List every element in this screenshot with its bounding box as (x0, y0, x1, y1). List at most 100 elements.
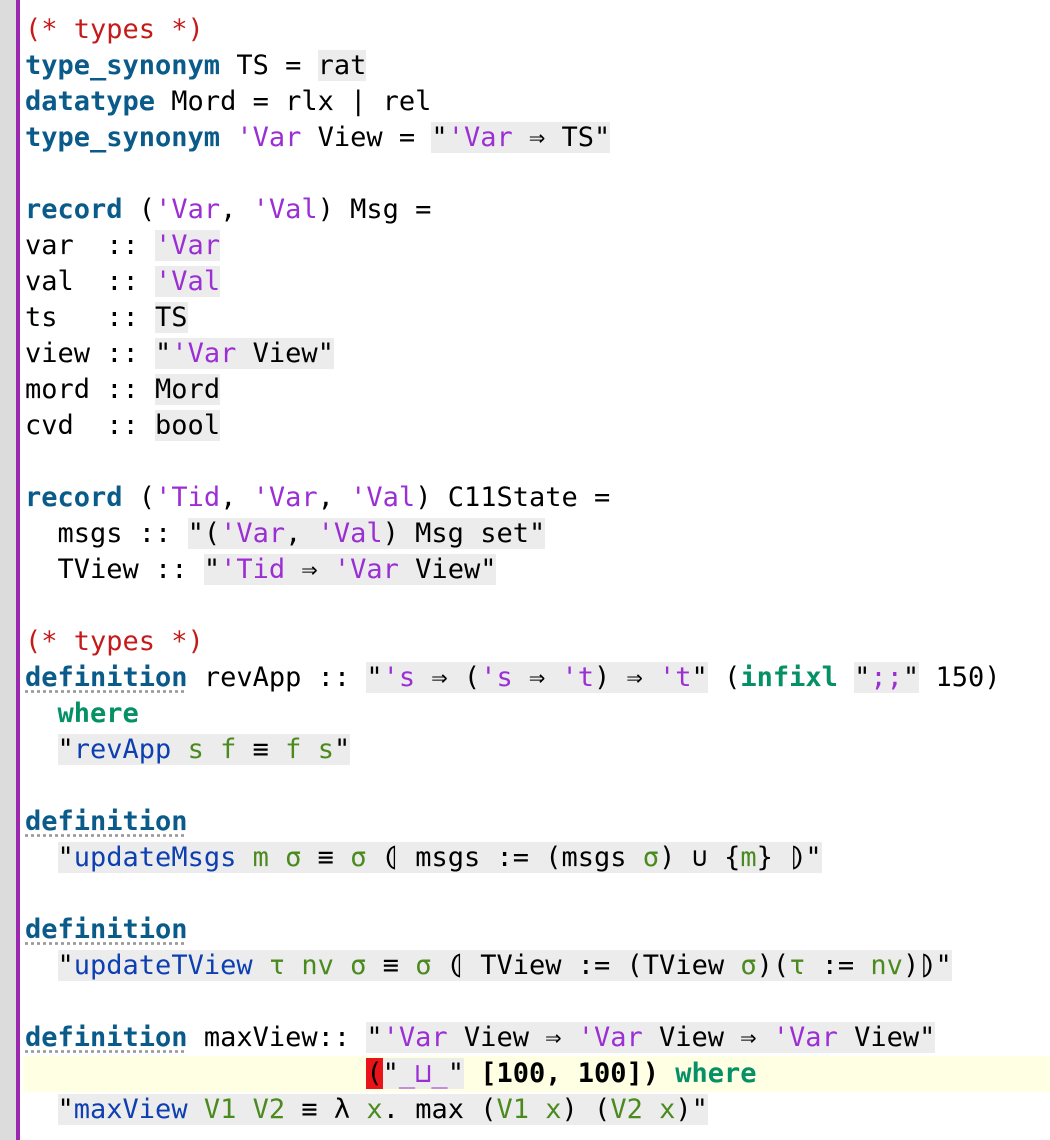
code-line: where (25, 696, 1050, 732)
code-token: definition (25, 1022, 188, 1053)
code-token: " (431, 122, 448, 153)
code-token: 'Var (382, 1022, 448, 1053)
code-token: 'Var (171, 338, 237, 369)
code-token (285, 950, 302, 981)
code-line: (* types *) (25, 624, 1050, 660)
code-token: definition (25, 806, 188, 837)
code-token: msgs :: (25, 518, 188, 549)
code-token: ) Msg = (317, 194, 432, 225)
code-token: ⇒ (512, 662, 562, 693)
code-token: 'Var (155, 194, 221, 225)
code-token: record (25, 482, 123, 513)
code-token: V1 (496, 1094, 529, 1125)
code-token: maxView:: (187, 1022, 367, 1053)
code-token: V2 (610, 1094, 643, 1125)
code-token: infixl (740, 662, 838, 693)
code-token: ( (122, 194, 156, 225)
code-token: V1 (203, 1094, 237, 1125)
code-token: σ (740, 950, 757, 981)
code-line: datatype Mord = rlx | rel (25, 84, 1050, 120)
code-token: definition (25, 662, 188, 693)
code-token: TView :: (25, 554, 204, 585)
code-token: ts :: (25, 302, 156, 333)
code-token: τ (268, 950, 286, 981)
code-token: ( (366, 1058, 383, 1089)
code-token: var :: (25, 230, 156, 261)
code-token (333, 950, 351, 981)
code-token: := (805, 950, 871, 981)
code-token: where (57, 698, 139, 729)
code-token: m (252, 842, 269, 873)
code-token: mord :: (25, 374, 156, 405)
code-token: where (675, 1058, 757, 1089)
code-token: ≡ λ (285, 1094, 367, 1125)
code-token: σ (350, 842, 367, 873)
code-token: val :: (25, 266, 156, 297)
code-token: f (285, 734, 302, 765)
code-token (301, 734, 318, 765)
code-token: 'Var (220, 518, 286, 549)
code-token: ) Msg set" (382, 518, 546, 549)
code-token: cvd :: (25, 410, 156, 441)
code-token: 'Val (350, 482, 416, 513)
code-line: definition (25, 804, 1050, 840)
code-token: ≡ (236, 734, 286, 765)
code-token (642, 1094, 660, 1125)
code-token: nv (301, 950, 334, 981)
current-code-line: ("_⊔_" [100, 100]) where (23, 1056, 1050, 1092)
code-token: ) ( (561, 1094, 611, 1125)
theory-editor[interactable]: (* types *) type_synonym TS = rat dataty… (23, 12, 1050, 1128)
code-token: record (25, 194, 123, 225)
code-token: 'Var (577, 1022, 643, 1053)
code-token: 'Val (155, 266, 221, 297)
code-token: . max ( (382, 1094, 497, 1125)
code-token: )( (756, 950, 790, 981)
code-token: view :: (25, 338, 156, 369)
code-token: ) C11State = (415, 482, 611, 513)
code-token: ) ⇒ (594, 662, 660, 693)
code-line: msgs :: "('Var, 'Val) Msg set" (25, 516, 1050, 552)
code-token: " (366, 662, 383, 693)
code-token: " (447, 1058, 464, 1089)
code-token: 's (382, 662, 416, 693)
code-token: 'Val (252, 194, 318, 225)
code-token: f (220, 734, 237, 765)
code-token: " (691, 662, 708, 693)
code-token: , (285, 518, 318, 549)
code-token: " (854, 662, 871, 693)
code-line: TView :: "'Tid ⇒ 'Var View" (25, 552, 1050, 588)
code-token (236, 842, 253, 873)
code-token: x (366, 1094, 383, 1125)
code-token: View ⇒ (642, 1022, 773, 1053)
code-token: [100, 100]) (463, 1058, 676, 1089)
code-line: "maxView V1 V2 ≡ λ x. max (V1 x) (V2 x)" (25, 1092, 1050, 1128)
code-line: "revApp s f ≡ f s" (25, 732, 1050, 768)
code-line: definition revApp :: "'s ⇒ ('s ⇒ 't) ⇒ '… (25, 660, 1050, 696)
code-token: ⦇ msgs := (msgs (366, 842, 643, 873)
code-token: 'Tid (220, 554, 286, 585)
code-token: " (57, 842, 74, 873)
code-token: " (203, 554, 221, 585)
code-token: View" (236, 338, 334, 369)
code-token: Mord = rlx | rel (155, 86, 432, 117)
code-token: ⦇ TView := (TView (431, 950, 741, 981)
code-token: revApp :: (187, 662, 367, 693)
code-token: TS (155, 302, 188, 333)
code-line: type_synonym TS = rat (25, 48, 1050, 84)
code-token: 'Var (236, 122, 302, 153)
code-line: val :: 'Val (25, 264, 1050, 300)
code-token: σ (350, 950, 367, 981)
code-token: "( (187, 518, 221, 549)
code-token: updateTView (73, 950, 253, 981)
code-token: ;; (870, 662, 903, 693)
code-token: )" (675, 1094, 708, 1125)
code-token: ⇒ (285, 554, 334, 585)
code-token: ) ∪ { (659, 842, 741, 873)
code-line: "updateTView τ nv σ ≡ σ ⦇ TView := (TVie… (25, 948, 1050, 984)
code-token: x (659, 1094, 676, 1125)
